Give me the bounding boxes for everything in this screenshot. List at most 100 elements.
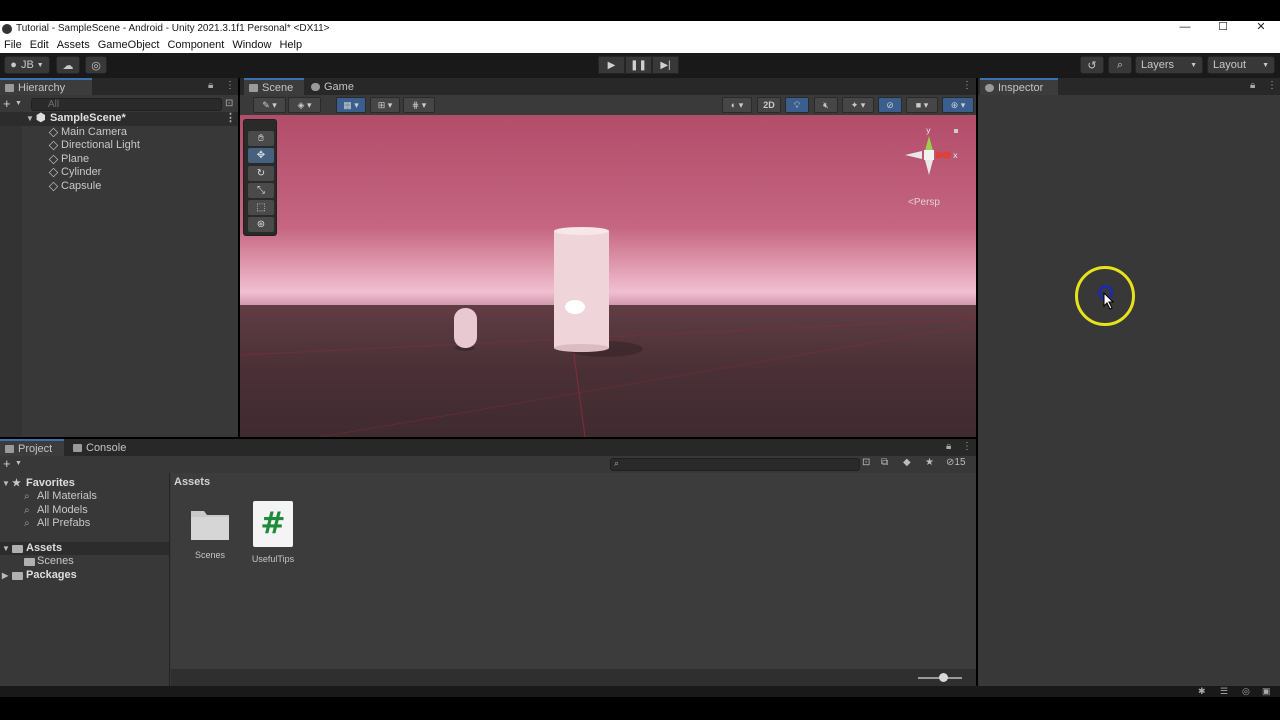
move-tool-button[interactable]: ✥: [248, 148, 274, 163]
cloud-button[interactable]: ☁: [56, 56, 80, 74]
hierarchy-item[interactable]: Capsule: [0, 180, 238, 194]
toggle-2d-button[interactable]: 2D: [757, 97, 781, 113]
hierarchy-search-input[interactable]: All: [31, 98, 222, 111]
tab-hierarchy[interactable]: Hierarchy: [0, 78, 92, 95]
tab-project[interactable]: Project: [0, 439, 64, 456]
assets-child-row[interactable]: Scenes: [0, 555, 169, 568]
search-by-type-icon[interactable]: ⊡: [862, 457, 870, 468]
project-search-input[interactable]: [610, 458, 860, 471]
csharp-script-icon: #: [253, 501, 293, 547]
hierarchy-item[interactable]: Directional Light: [0, 139, 238, 153]
close-button[interactable]: ✕: [1242, 21, 1280, 36]
menu-component[interactable]: Component: [163, 39, 228, 51]
menu-assets[interactable]: Assets: [53, 39, 94, 51]
hierarchy-item[interactable]: Cylinder: [0, 166, 238, 180]
assets-root-row[interactable]: ▼ Assets: [0, 542, 169, 556]
hidden-packages-button[interactable]: ⊘15: [946, 457, 966, 468]
menu-edit[interactable]: Edit: [26, 39, 53, 51]
step-button[interactable]: ▶|: [652, 56, 679, 74]
add-icon[interactable]: +: [3, 456, 11, 471]
search-button[interactable]: ⌕: [1108, 56, 1132, 74]
tab-game[interactable]: Game: [306, 78, 362, 95]
favorites-item[interactable]: ⌕ All Materials: [0, 490, 169, 503]
gizmo-y-label: y: [926, 126, 931, 135]
lock-icon[interactable]: 🔒︎: [208, 80, 213, 91]
cache-icon[interactable]: ☰: [1220, 686, 1228, 697]
add-icon[interactable]: +: [3, 96, 11, 111]
hierarchy-item[interactable]: Plane: [0, 153, 238, 167]
asset-item-script[interactable]: # UsefulTips: [243, 501, 303, 564]
hierarchy-scene-row[interactable]: ▼ ⬢ SampleScene* ⋮: [0, 112, 238, 126]
hand-tool-button[interactable]: ✋︎: [248, 131, 274, 146]
pivot-dropdown[interactable]: ◈ ▾: [288, 97, 321, 113]
favorites-row[interactable]: ▼ ★ Favorites: [0, 477, 169, 490]
assets-breadcrumb[interactable]: Assets: [174, 476, 210, 488]
minimize-button[interactable]: —: [1166, 21, 1204, 36]
bug-icon[interactable]: ✱: [1198, 686, 1206, 697]
rotate-icon: ↻: [256, 168, 266, 179]
grid-snap-dropdown[interactable]: ▦ ▾: [336, 97, 366, 113]
effects-dropdown[interactable]: ✦ ▾: [842, 97, 874, 113]
kebab-menu-icon[interactable]: ⋮: [225, 112, 236, 125]
orientation-gizmo[interactable]: y x: [900, 123, 960, 193]
undo-history-button[interactable]: ↺: [1080, 56, 1104, 74]
kebab-menu-icon[interactable]: ⋮: [1267, 80, 1277, 91]
gizmos-dropdown[interactable]: ⊕ ▾: [942, 97, 974, 113]
account-dropdown[interactable]: ● JB ▼: [4, 56, 50, 74]
layout-dropdown[interactable]: Layout ▼: [1207, 56, 1275, 74]
expand-arrow-icon[interactable]: ▼: [2, 477, 10, 490]
packages-row[interactable]: ▶ Packages: [0, 569, 169, 582]
menu-file[interactable]: File: [0, 39, 26, 51]
collapse-arrow-icon[interactable]: ▶: [2, 569, 8, 582]
tab-console[interactable]: Console: [68, 439, 134, 456]
transform-tool-button[interactable]: ⊛: [248, 217, 274, 232]
snap-increment-dropdown[interactable]: ⊞ ▾: [370, 97, 400, 113]
menu-help[interactable]: Help: [275, 39, 306, 51]
hierarchy-item[interactable]: Main Camera: [0, 126, 238, 140]
kebab-menu-icon[interactable]: ⋮: [225, 80, 235, 91]
star-icon[interactable]: ★: [925, 457, 934, 468]
collab-button[interactable]: ◎: [85, 56, 107, 74]
lock-icon[interactable]: 🔒︎: [946, 441, 951, 452]
lighting-toggle[interactable]: 💡︎: [785, 97, 809, 113]
lock-icon[interactable]: 🔒︎: [1250, 80, 1255, 91]
icon-size-slider-thumb[interactable]: [939, 673, 948, 682]
shading-mode-dropdown[interactable]: ◐ ▾: [722, 97, 752, 113]
favorites-item[interactable]: ⌕ All Prefabs: [0, 517, 169, 530]
rect-tool-button[interactable]: ⬚: [248, 200, 274, 215]
lighting-status-icon[interactable]: ▣: [1262, 686, 1271, 697]
audio-toggle[interactable]: 🔇︎: [814, 97, 838, 113]
filter-by-type-icon[interactable]: ⧉: [881, 457, 888, 468]
menu-gameobject[interactable]: GameObject: [94, 39, 164, 51]
menu-window[interactable]: Window: [228, 39, 275, 51]
asset-item-folder[interactable]: Scenes: [180, 507, 240, 560]
camera-dropdown[interactable]: ■ ▾: [906, 97, 938, 113]
window-titlebar: Tutorial - SampleScene - Android - Unity…: [0, 21, 1280, 36]
kebab-menu-icon[interactable]: ⋮: [962, 441, 972, 452]
tab-inspector[interactable]: Inspector: [980, 78, 1058, 95]
rotate-tool-button[interactable]: ↻: [248, 166, 274, 181]
search-icon: ⌕: [614, 458, 620, 468]
scene-visibility-toggle[interactable]: ⊘: [878, 97, 902, 113]
pause-button[interactable]: ❚❚: [625, 56, 652, 74]
project-folder-tree: ▼ ★ Favorites ⌕ All Materials ⌕ All Mode…: [0, 473, 170, 686]
scene-geometry: [240, 227, 976, 437]
favorites-item[interactable]: ⌕ All Models: [0, 504, 169, 517]
grid-visibility-dropdown[interactable]: ⋕ ▾: [403, 97, 435, 113]
label-tag-icon[interactable]: ◆: [903, 457, 911, 468]
progress-icon[interactable]: ◎: [1242, 686, 1250, 697]
scene-viewport[interactable]: ✋︎ ✥ ↻ ⤡ ⬚ ⊛ y x <Persp: [240, 115, 976, 437]
projection-label[interactable]: <Persp: [908, 197, 940, 208]
kebab-menu-icon[interactable]: ⋮: [962, 80, 972, 91]
expand-arrow-icon[interactable]: ▼: [26, 112, 34, 125]
expand-arrow-icon[interactable]: ▼: [2, 542, 10, 555]
gameobject-cube-icon: [48, 140, 59, 151]
play-button[interactable]: ▶: [598, 56, 625, 74]
maximize-button[interactable]: ☐: [1204, 21, 1242, 36]
layers-dropdown[interactable]: Layers ▼: [1135, 56, 1203, 74]
tab-scene[interactable]: Scene: [244, 78, 304, 95]
search-options-icon[interactable]: ⊡: [225, 98, 233, 109]
draw-mode-dropdown[interactable]: ✎ ▾: [253, 97, 286, 113]
scale-tool-button[interactable]: ⤡: [248, 183, 274, 198]
chevron-down-icon: ▼: [15, 100, 22, 107]
